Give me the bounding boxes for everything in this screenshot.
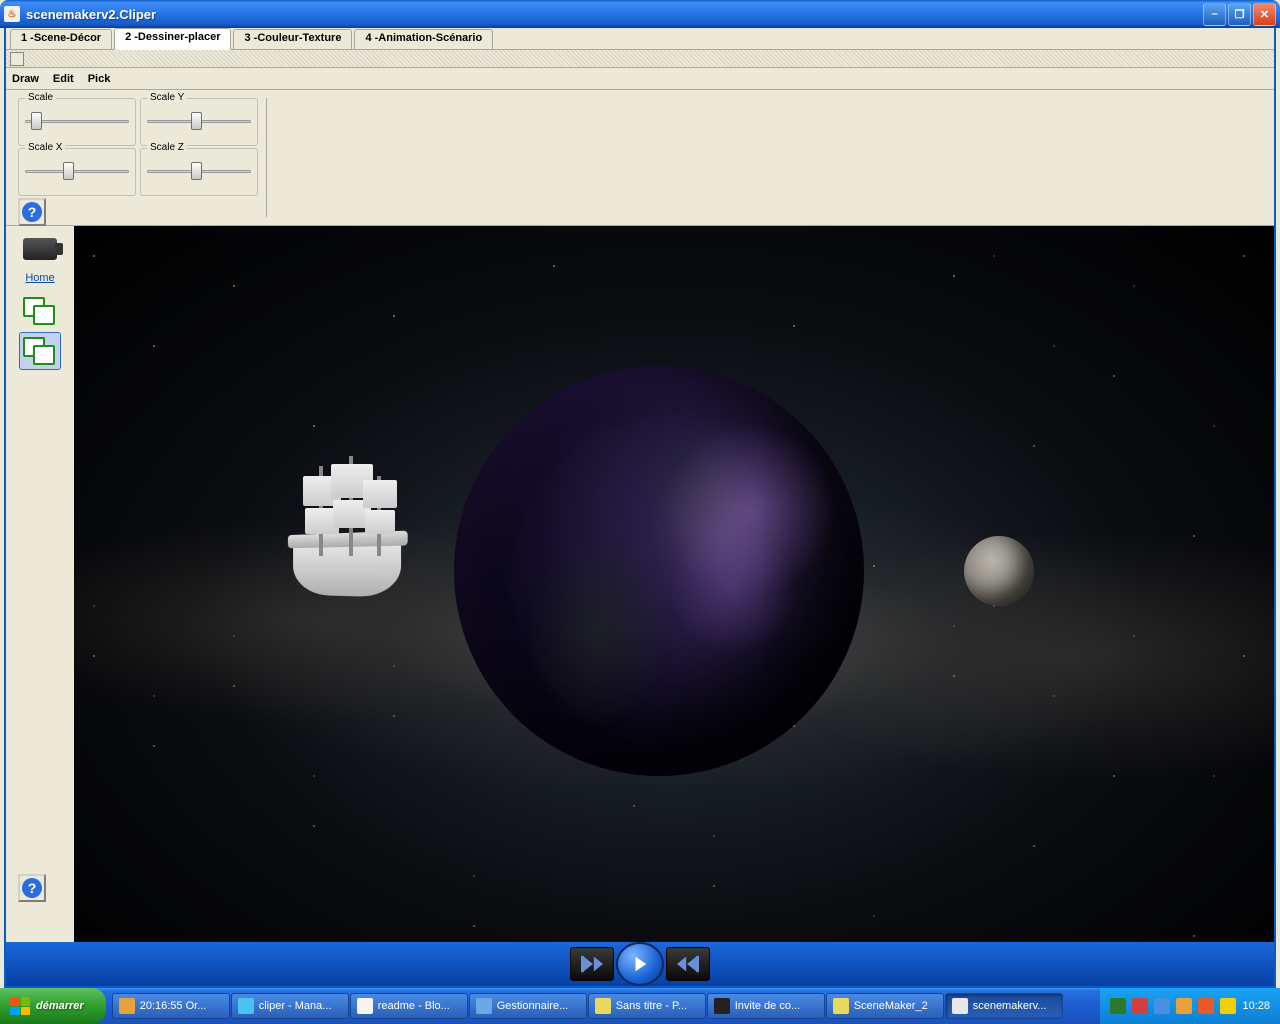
slider-scalex[interactable] <box>25 161 129 181</box>
task-label: 20:16:55 Or... <box>140 1000 207 1012</box>
tab-couleur-texture[interactable]: 3 -Couleur-Texture <box>233 29 352 49</box>
menu-bar: Draw Edit Pick <box>6 68 1274 90</box>
tray-icon[interactable] <box>1198 998 1214 1014</box>
taskbar-item[interactable]: SceneMaker_2 <box>826 993 944 1019</box>
tab-dessiner-placer[interactable]: 2 -Dessiner-placer <box>114 28 231 50</box>
task-app-icon <box>714 998 730 1014</box>
scene-moon[interactable] <box>964 536 1034 606</box>
app-body: 1 -Scene-Décor 2 -Dessiner-placer 3 -Cou… <box>4 28 1276 988</box>
skip-forward-button[interactable] <box>666 947 710 981</box>
main-tabs: 1 -Scene-Décor 2 -Dessiner-placer 3 -Cou… <box>6 28 1274 50</box>
tray-icon[interactable] <box>1220 998 1236 1014</box>
detach-handle-icon[interactable] <box>10 52 24 66</box>
copy-icon <box>23 337 57 365</box>
menu-edit[interactable]: Edit <box>53 73 74 85</box>
slider-scalez-group: Scale Z <box>140 148 258 196</box>
taskbar-item[interactable]: Sans titre - P... <box>588 993 706 1019</box>
window-title: scenemakerv2.Cliper <box>26 7 1203 22</box>
panel-separator <box>266 98 267 217</box>
start-button[interactable]: démarrer <box>0 988 106 1024</box>
skip-back-button[interactable] <box>570 947 614 981</box>
playback-bar <box>6 942 1274 986</box>
taskbar-item[interactable]: 20:16:55 Or... <box>112 993 230 1019</box>
task-app-icon <box>952 998 968 1014</box>
taskbar-item[interactable]: scenemakerv... <box>945 993 1063 1019</box>
task-label: cliper - Mana... <box>259 1000 332 1012</box>
help-button[interactable]: ? <box>18 198 46 226</box>
java-icon: ♨ <box>4 6 20 22</box>
menu-draw[interactable]: Draw <box>12 73 39 85</box>
help-icon: ? <box>22 878 42 898</box>
start-label: démarrer <box>36 1000 84 1012</box>
camera-icon <box>23 238 57 260</box>
slider-scale[interactable] <box>25 111 129 131</box>
tray-clock[interactable]: 10:28 <box>1242 1000 1270 1012</box>
windows-logo-icon <box>10 997 30 1015</box>
system-tray[interactable]: 10:28 <box>1100 988 1280 1024</box>
tab-animation-scenario[interactable]: 4 -Animation-Scénario <box>354 29 493 49</box>
task-label: Sans titre - P... <box>616 1000 687 1012</box>
main-area: Home ? <box>6 226 1274 942</box>
taskbar-item[interactable]: Invite de co... <box>707 993 825 1019</box>
tray-icon[interactable] <box>1132 998 1148 1014</box>
task-app-icon <box>476 998 492 1014</box>
task-label: SceneMaker_2 <box>854 1000 928 1012</box>
tab-scene-decor[interactable]: 1 -Scene-Décor <box>10 29 112 49</box>
taskbar-item[interactable]: cliper - Mana... <box>231 993 349 1019</box>
tray-icon[interactable] <box>1154 998 1170 1014</box>
slider-scaley-group: Scale Y <box>140 98 258 146</box>
minimize-button[interactable]: – <box>1203 3 1226 26</box>
taskbar-item[interactable]: Gestionnaire... <box>469 993 587 1019</box>
scene-ship[interactable] <box>259 456 429 626</box>
menu-pick[interactable]: Pick <box>88 73 111 85</box>
windows-taskbar: démarrer 20:16:55 Or... cliper - Mana... r… <box>0 988 1280 1024</box>
tray-icon[interactable] <box>1110 998 1126 1014</box>
sidebar-camera[interactable] <box>19 230 61 268</box>
scene-earth[interactable] <box>454 366 864 776</box>
slider-scalex-group: Scale X <box>18 148 136 196</box>
sidebar-copy-1[interactable] <box>19 292 61 330</box>
controls-panel: Scale Scale Y Scale X Scale Z ? <box>6 90 1274 226</box>
slider-scale-label: Scale <box>25 92 56 103</box>
task-app-icon <box>833 998 849 1014</box>
close-button[interactable]: ✕ <box>1253 3 1276 26</box>
window-titlebar: ♨ scenemakerv2.Cliper – ❐ ✕ <box>0 0 1280 28</box>
tray-icon[interactable] <box>1176 998 1192 1014</box>
maximize-button[interactable]: ❐ <box>1228 3 1251 26</box>
copy-icon <box>23 297 57 325</box>
task-app-icon <box>119 998 135 1014</box>
task-label: Invite de co... <box>735 1000 800 1012</box>
sidebar-home-link[interactable]: Home <box>25 272 54 284</box>
scene-viewport[interactable] <box>74 226 1274 942</box>
play-icon <box>629 955 651 973</box>
toolbar-grip[interactable] <box>6 50 1274 68</box>
slider-scaley[interactable] <box>147 111 251 131</box>
task-label: Gestionnaire... <box>497 1000 569 1012</box>
slider-scale-group: Scale <box>18 98 136 146</box>
sidebar-copy-2[interactable] <box>19 332 61 370</box>
skip-forward-icon <box>677 955 699 973</box>
slider-scalez-label: Scale Z <box>147 142 187 153</box>
slider-scaley-label: Scale Y <box>147 92 187 103</box>
task-app-icon <box>238 998 254 1014</box>
task-app-icon <box>595 998 611 1014</box>
task-label: scenemakerv... <box>973 1000 1047 1012</box>
task-label: readme - Blo... <box>378 1000 450 1012</box>
taskbar-tasks: 20:16:55 Or... cliper - Mana... readme - B… <box>106 992 1101 1020</box>
slider-scalex-label: Scale X <box>25 142 65 153</box>
left-sidebar: Home ? <box>6 226 74 942</box>
play-button[interactable] <box>616 942 664 986</box>
taskbar-item[interactable]: readme - Blo... <box>350 993 468 1019</box>
task-app-icon <box>357 998 373 1014</box>
skip-back-icon <box>581 955 603 973</box>
help-button-bottom[interactable]: ? <box>18 874 46 902</box>
slider-scalez[interactable] <box>147 161 251 181</box>
help-icon: ? <box>22 202 42 222</box>
